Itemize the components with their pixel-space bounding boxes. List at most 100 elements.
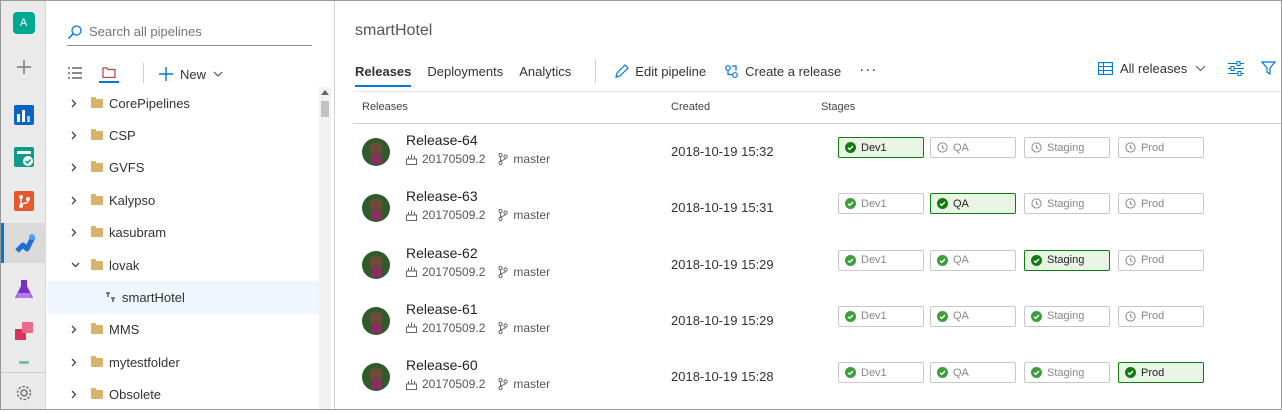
stage-label: Prod <box>1141 254 1165 267</box>
stage-badge[interactable]: Staging <box>1024 362 1110 384</box>
stage-label: Staging <box>1047 141 1085 154</box>
folder-icon <box>91 355 103 367</box>
folder-icon <box>91 323 103 335</box>
stage-badge[interactable]: Staging <box>1024 193 1110 215</box>
search-icon <box>67 24 83 40</box>
folder-icon <box>91 193 103 205</box>
stage-badge[interactable]: Prod <box>1118 193 1204 215</box>
stage-badge[interactable]: QA <box>930 305 1016 327</box>
tree-item-label: GVFS <box>109 160 145 176</box>
tab-divider <box>595 59 597 83</box>
artifacts-icon[interactable] <box>1 311 46 351</box>
tree-item[interactable]: smartHotel <box>47 281 319 314</box>
edit-pipeline-button[interactable]: Edit pipeline <box>614 57 706 79</box>
tab-deployments[interactable]: Deployments <box>427 57 503 87</box>
tree-item[interactable]: CorePipelines <box>47 87 319 119</box>
chevron-right-icon[interactable] <box>71 196 81 205</box>
create-release-button[interactable]: Create a release <box>724 57 841 79</box>
chevron-down-icon[interactable] <box>71 262 81 268</box>
chevron-right-icon[interactable] <box>71 131 81 140</box>
chevron-right-icon[interactable] <box>71 390 81 399</box>
tree-item-label: Obsolete <box>109 387 162 403</box>
release-name-link[interactable]: Release-62 <box>406 245 478 261</box>
chevron-right-icon[interactable] <box>71 358 81 367</box>
build-icon <box>406 210 417 221</box>
stage-badge[interactable]: Staging <box>1024 137 1110 158</box>
release-name-link[interactable]: Release-63 <box>406 188 478 204</box>
chevron-right-icon[interactable] <box>71 99 81 108</box>
stage-badge[interactable]: Dev1 <box>838 305 924 327</box>
tree-item-label: lovak <box>109 257 140 273</box>
release-name-link[interactable]: Release-64 <box>406 132 478 148</box>
all-releases-dropdown[interactable]: All releases <box>1120 61 1187 76</box>
release-row[interactable]: Release-62 20170509.2 master 2018-10-19 15:… <box>353 238 1281 294</box>
tab-analytics[interactable]: Analytics <box>519 57 571 87</box>
release-row[interactable]: Release-60 20170509.2 master 2018-10-19 15:… <box>353 350 1281 406</box>
folder-view-icon[interactable] <box>99 63 119 83</box>
more-actions-button[interactable]: ··· <box>859 57 877 78</box>
release-row[interactable]: Release-61 20170509.2 master 2018-10-19 15:… <box>353 294 1281 350</box>
clock-icon <box>937 142 948 153</box>
search-input[interactable] <box>89 24 299 39</box>
stage-badge[interactable]: Prod <box>1118 305 1204 327</box>
test-plans-icon[interactable] <box>1 269 46 309</box>
tree-item[interactable]: CSP <box>47 119 319 151</box>
release-meta: 20170509.2 master <box>406 152 550 166</box>
org-avatar[interactable]: A <box>1 3 46 43</box>
release-name-link[interactable]: Release-61 <box>406 301 478 317</box>
folder-icon <box>91 161 103 173</box>
release-name-link[interactable]: Release-60 <box>406 357 478 373</box>
stage-badge[interactable]: QA <box>930 193 1016 215</box>
tab-releases[interactable]: Releases <box>355 57 412 87</box>
stage-badge[interactable]: Prod <box>1118 137 1204 158</box>
settings-icon[interactable] <box>1 373 46 413</box>
check-circle-icon <box>845 142 856 153</box>
tree-item[interactable]: Obsolete <box>47 379 319 411</box>
tree-item[interactable]: Kalypso <box>47 184 319 216</box>
stage-badge[interactable]: Staging <box>1024 249 1110 271</box>
build-icon <box>406 266 417 278</box>
tree-item[interactable]: GVFS <box>47 152 319 184</box>
branch-icon <box>498 378 509 391</box>
stage-badge[interactable]: Staging <box>1024 305 1110 327</box>
tree-item[interactable]: kasubram <box>47 217 319 249</box>
chevron-down-icon[interactable] <box>1195 65 1206 72</box>
edit-pipeline-label: Edit pipeline <box>635 64 707 79</box>
add-icon[interactable] <box>1 47 46 87</box>
new-button[interactable]: New <box>159 63 223 85</box>
repos-icon[interactable] <box>1 181 46 221</box>
pipelines-tree-pane: New CorePipelines CSP GVFS Kalypso kasubram l… <box>47 1 335 409</box>
scroll-thumb[interactable] <box>321 101 329 117</box>
view-options-icon[interactable] <box>1228 61 1245 76</box>
release-meta: 20170509.2 master <box>406 377 550 391</box>
search-box[interactable] <box>67 18 312 46</box>
boards-icon[interactable] <box>1 95 46 135</box>
filter-icon[interactable] <box>1261 61 1277 76</box>
tree-item[interactable]: MMS <box>47 314 319 346</box>
stage-badge[interactable]: QA <box>930 249 1016 271</box>
tree-item[interactable]: mytestfolder <box>47 346 319 378</box>
stage-badge[interactable]: Dev1 <box>838 362 924 384</box>
release-row[interactable]: Release-63 20170509.2 master 2018-10-19 15:… <box>353 181 1281 237</box>
stage-badge[interactable]: Prod <box>1118 362 1204 384</box>
list-view-icon[interactable] <box>65 63 85 83</box>
scroll-up-arrow-icon[interactable] <box>321 90 329 95</box>
column-header-stages: Stages <box>821 101 856 113</box>
release-row[interactable]: Release-64 20170509.2 master 2018-10-19 15:… <box>353 125 1281 181</box>
stage-badge[interactable]: Dev1 <box>838 193 924 215</box>
chevron-right-icon[interactable] <box>71 163 81 172</box>
stage-badge[interactable]: Dev1 <box>838 137 924 158</box>
test-plans-board-icon[interactable] <box>1 137 46 177</box>
tree-item-label: kasubram <box>109 225 167 241</box>
stage-badge[interactable]: Dev1 <box>838 249 924 271</box>
tree-toolbar: New <box>47 59 335 87</box>
tree-item[interactable]: lovak <box>47 249 319 281</box>
pipelines-icon[interactable] <box>1 223 46 263</box>
chevron-right-icon[interactable] <box>71 325 81 334</box>
tree-scrollbar[interactable] <box>319 87 331 409</box>
stage-badge[interactable]: Prod <box>1118 249 1204 271</box>
stage-badge[interactable]: QA <box>930 137 1016 158</box>
stage-badge[interactable]: QA <box>930 362 1016 384</box>
folder-icon <box>91 96 103 108</box>
chevron-right-icon[interactable] <box>71 228 81 237</box>
